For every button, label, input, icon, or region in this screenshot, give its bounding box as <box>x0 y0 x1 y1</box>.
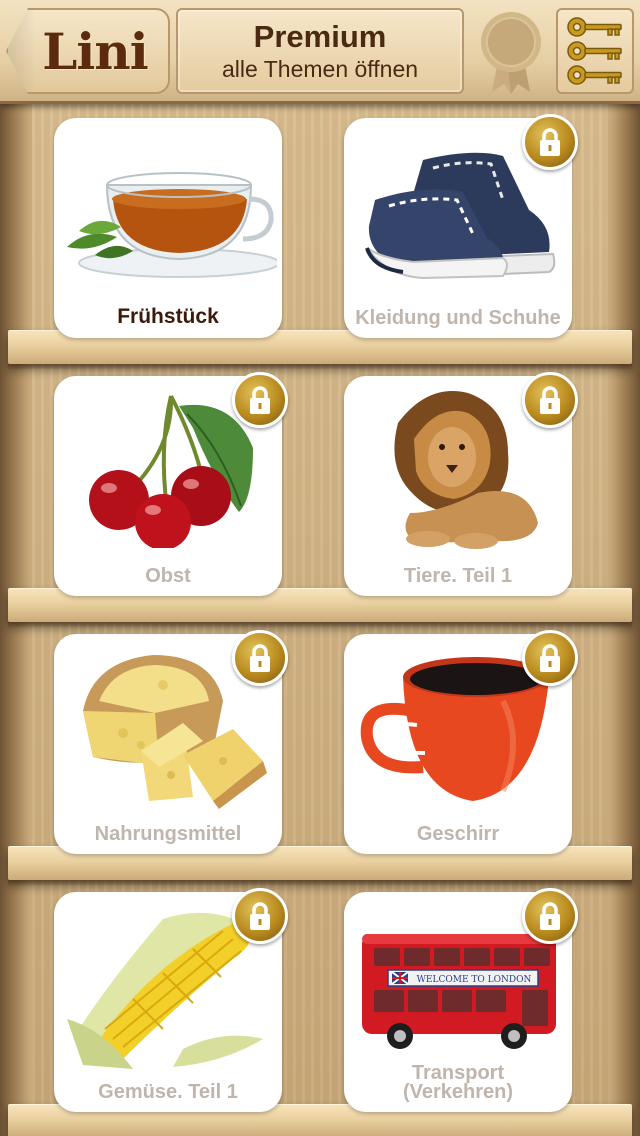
lock-icon <box>232 372 288 428</box>
lock-icon <box>522 114 578 170</box>
lock-icon <box>522 630 578 686</box>
lock-icon <box>232 630 288 686</box>
topic-label: Transport (Verkehren) <box>402 1062 514 1103</box>
premium-title: Premium <box>253 19 387 54</box>
topic-card-geschirr[interactable]: Geschirr <box>344 630 578 854</box>
lock-icon <box>522 888 578 944</box>
topic-label: Geschirr <box>416 823 500 845</box>
topic-label: Kleidung und Schuhe <box>355 307 561 329</box>
keys-button[interactable] <box>556 8 634 94</box>
keys-icon <box>567 17 622 85</box>
premium-subtitle: alle Themen öffnen <box>221 56 419 82</box>
premium-button[interactable]: Premium alle Themen öffnen <box>176 8 464 94</box>
topic-card-fruehstueck[interactable]: Frühstück <box>54 118 282 338</box>
topic-label: Obst <box>145 565 191 587</box>
topic-label: Tiere. Teil 1 <box>403 565 513 587</box>
lock-icon <box>522 372 578 428</box>
app-logo: Lini <box>42 21 148 81</box>
bus-sign-text: WELCOME TO LONDON <box>417 975 532 985</box>
topic-card-gemuese[interactable]: Gemüse. Teil 1 <box>54 888 288 1112</box>
topic-card-transport[interactable]: WELCOME TO LONDON Transport (Verkehren) <box>344 888 578 1112</box>
medal-icon <box>481 12 541 94</box>
top-bar: Lini Premium alle Themen öffnen <box>0 0 640 104</box>
lock-icon <box>232 888 288 944</box>
topic-label: Frühstück <box>117 305 219 328</box>
topic-card-tiere[interactable]: Tiere. Teil 1 <box>344 372 578 596</box>
tea-cup-icon <box>67 172 277 278</box>
topic-label: Gemüse. Teil 1 <box>98 1081 238 1103</box>
topic-label: Nahrungsmittel <box>94 823 242 845</box>
topic-card-obst[interactable]: Obst <box>54 372 288 596</box>
back-button[interactable]: Lini <box>6 8 170 94</box>
topic-card-nahrungsmittel[interactable]: Nahrungsmittel <box>54 630 288 854</box>
topic-card-kleidung[interactable]: Kleidung und Schuhe <box>344 114 578 338</box>
